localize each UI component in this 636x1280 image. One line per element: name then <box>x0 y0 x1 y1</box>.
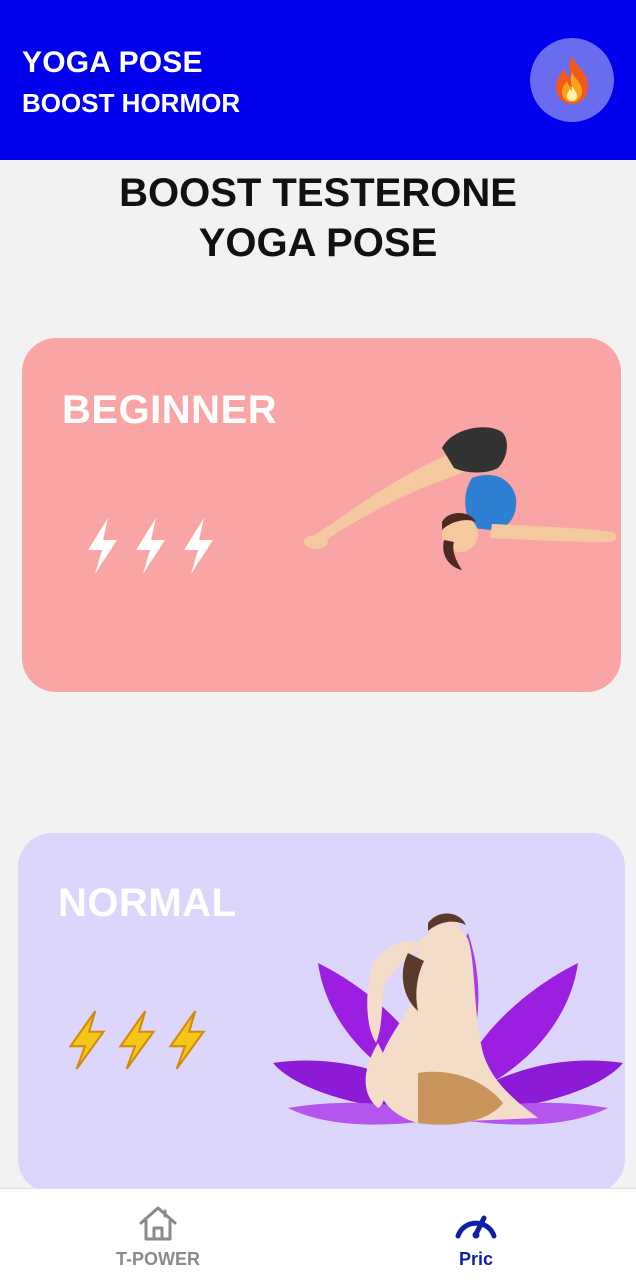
lightning-bolt-icon <box>68 1010 106 1070</box>
difficulty-bolts <box>82 516 218 576</box>
bottom-navigation: T-POWER Pric <box>0 1188 636 1280</box>
lotus-yoga-pose-illustration <box>273 913 623 1125</box>
lightning-bolt-icon <box>118 1010 156 1070</box>
lightning-bolt-icon <box>184 518 213 574</box>
difficulty-bolts <box>66 1009 208 1071</box>
nav-item-t-power[interactable]: T-POWER <box>58 1189 258 1280</box>
app-subtitle: BOOST HORMOR <box>22 88 241 118</box>
home-icon <box>139 1206 177 1241</box>
nav-item-pric[interactable]: Pric <box>376 1189 576 1280</box>
app-bar: YOGA POSE BOOST HORMOR <box>0 0 636 160</box>
lightning-bolt-icon <box>88 518 117 574</box>
plow-pose-illustration <box>304 427 617 570</box>
normal-level-card[interactable]: NORMAL <box>18 833 625 1193</box>
lightning-bolt-icon <box>136 518 165 574</box>
speedometer-icon <box>455 1215 497 1239</box>
app-title: YOGA POSE <box>22 46 203 79</box>
nav-label-pric: Pric <box>458 1249 494 1269</box>
beginner-label: BEGINNER <box>62 388 278 432</box>
lightning-bolt-icon <box>168 1010 206 1070</box>
page-heading-line-1: BOOST TESTERONE <box>119 171 517 215</box>
page-heading-line-2: YOGA POSE <box>198 221 438 265</box>
normal-label: NORMAL <box>58 881 237 925</box>
page-heading: BOOST TESTERONE YOGA POSE <box>0 168 636 268</box>
fire-button[interactable] <box>530 38 614 122</box>
beginner-level-card[interactable]: BEGINNER <box>22 338 621 692</box>
fire-icon <box>556 56 588 104</box>
nav-label-t-power: T-POWER <box>116 1249 200 1269</box>
